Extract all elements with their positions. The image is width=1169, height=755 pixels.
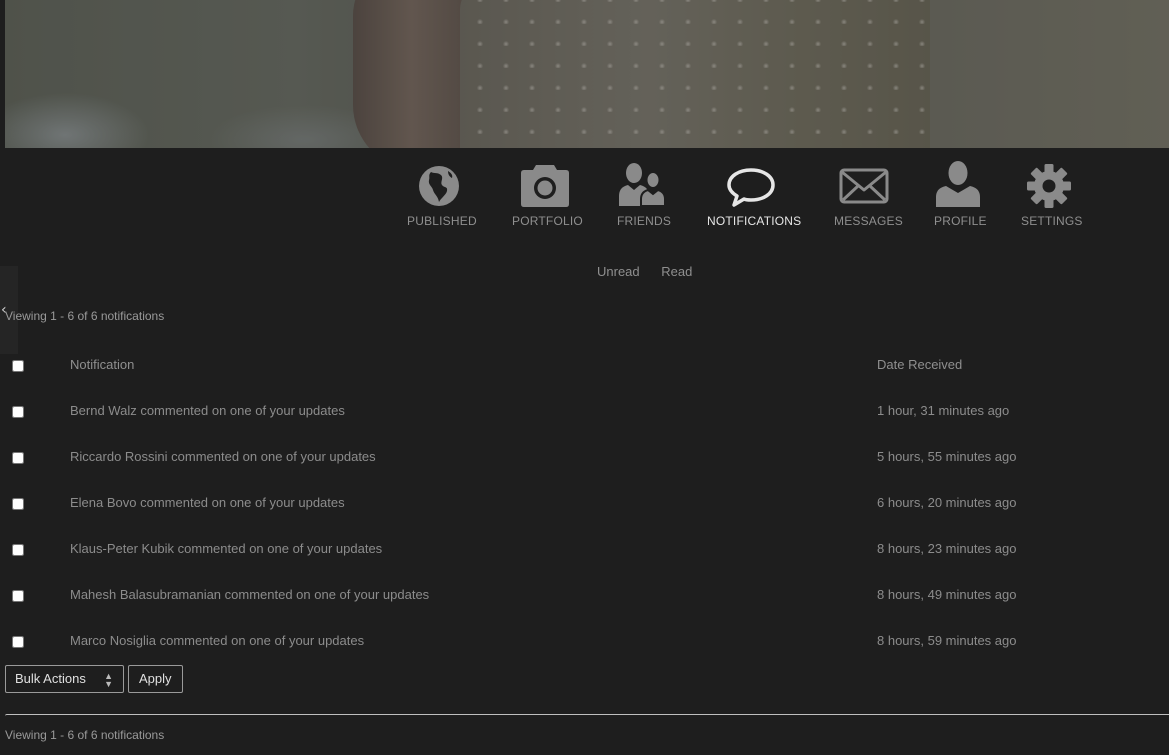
table-header: Notification Date Received — [0, 348, 1169, 394]
row-checkbox[interactable] — [12, 544, 24, 556]
select-all-checkbox[interactable] — [12, 360, 24, 372]
table-row: Klaus-Peter Kubik commented on one of yo… — [0, 532, 1169, 578]
notification-link[interactable]: Bernd Walz commented on one of your upda… — [70, 403, 345, 418]
apply-button[interactable]: Apply — [128, 665, 183, 693]
notification-link[interactable]: Riccardo Rossini commented on one of you… — [70, 449, 376, 464]
nav-item-settings[interactable]: SETTINGS — [1021, 160, 1083, 228]
tab-unread[interactable]: Unread — [597, 264, 640, 279]
nav-item-messages[interactable]: MESSAGES — [834, 160, 903, 228]
row-checkbox[interactable] — [12, 498, 24, 510]
person-icon — [936, 161, 980, 207]
nav-label: SETTINGS — [1021, 214, 1083, 228]
tab-read[interactable]: Read — [661, 264, 692, 279]
nav-item-published[interactable]: PUBLISHED — [407, 160, 477, 228]
row-checkbox[interactable] — [12, 406, 24, 418]
row-checkbox[interactable] — [12, 590, 24, 602]
notification-subtabs: Unread Read — [597, 264, 710, 279]
column-header-date: Date Received — [877, 357, 963, 372]
cover-photo — [5, 0, 1169, 148]
nav-label: NOTIFICATIONS — [707, 214, 802, 228]
table-row: Elena Bovo commented on one of your upda… — [0, 486, 1169, 532]
friends-icon — [619, 163, 666, 207]
notification-date: 8 hours, 59 minutes ago — [877, 633, 1017, 648]
table-row: Bernd Walz commented on one of your upda… — [0, 394, 1169, 440]
table-row: Marco Nosiglia commented on one of your … — [0, 624, 1169, 670]
nav-item-notifications[interactable]: NOTIFICATIONS — [707, 160, 802, 228]
divider — [5, 714, 1169, 716]
row-checkbox[interactable] — [12, 636, 24, 648]
select-arrows-icon: ▲ ▼ — [104, 671, 113, 689]
row-checkbox[interactable] — [12, 452, 24, 464]
column-header-notification: Notification — [70, 357, 135, 372]
notifications-table: Notification Date Received Bernd Walz co… — [0, 348, 1169, 670]
globe-icon — [419, 166, 459, 206]
nav-label: FRIENDS — [617, 214, 672, 228]
notification-date: 6 hours, 20 minutes ago — [877, 495, 1017, 510]
nav-item-profile[interactable]: PROFILE — [934, 160, 987, 228]
pagination-count-bottom: Viewing 1 - 6 of 6 notifications — [5, 728, 165, 742]
table-row: Mahesh Balasubramanian commented on one … — [0, 578, 1169, 624]
profile-nav: PUBLISHED PORTFOLIO FRIENDS NOTIFICATION… — [0, 160, 1169, 240]
pagination-count-top: Viewing 1 - 6 of 6 notifications — [5, 309, 165, 323]
camera-icon — [521, 165, 569, 207]
notifications-page: ‹ PUBLISHED PORTFOLIO FRIENDS NOTIFICATI… — [0, 0, 1169, 755]
notification-date: 1 hour, 31 minutes ago — [877, 403, 1010, 418]
notification-date: 8 hours, 23 minutes ago — [877, 541, 1017, 556]
speech-bubble-icon — [727, 168, 775, 207]
bulk-actions-select[interactable]: Bulk Actions ▲ ▼ — [5, 665, 124, 693]
envelope-icon — [839, 168, 889, 204]
nav-item-friends[interactable]: FRIENDS — [617, 160, 672, 228]
notification-date: 5 hours, 55 minutes ago — [877, 449, 1017, 464]
gear-icon — [1027, 164, 1071, 208]
notification-date: 8 hours, 49 minutes ago — [877, 587, 1017, 602]
notification-link[interactable]: Klaus-Peter Kubik commented on one of yo… — [70, 541, 382, 556]
nav-label: MESSAGES — [834, 214, 903, 228]
table-row: Riccardo Rossini commented on one of you… — [0, 440, 1169, 486]
bulk-actions-bar: Bulk Actions ▲ ▼ Apply — [5, 665, 183, 693]
notification-link[interactable]: Elena Bovo commented on one of your upda… — [70, 495, 345, 510]
bulk-actions-value: Bulk Actions — [15, 671, 86, 686]
nav-label: PORTFOLIO — [512, 214, 583, 228]
nav-label: PROFILE — [934, 214, 987, 228]
nav-item-portfolio[interactable]: PORTFOLIO — [512, 160, 583, 228]
notification-link[interactable]: Mahesh Balasubramanian commented on one … — [70, 587, 429, 602]
notification-link[interactable]: Marco Nosiglia commented on one of your … — [70, 633, 364, 648]
nav-label: PUBLISHED — [407, 214, 477, 228]
